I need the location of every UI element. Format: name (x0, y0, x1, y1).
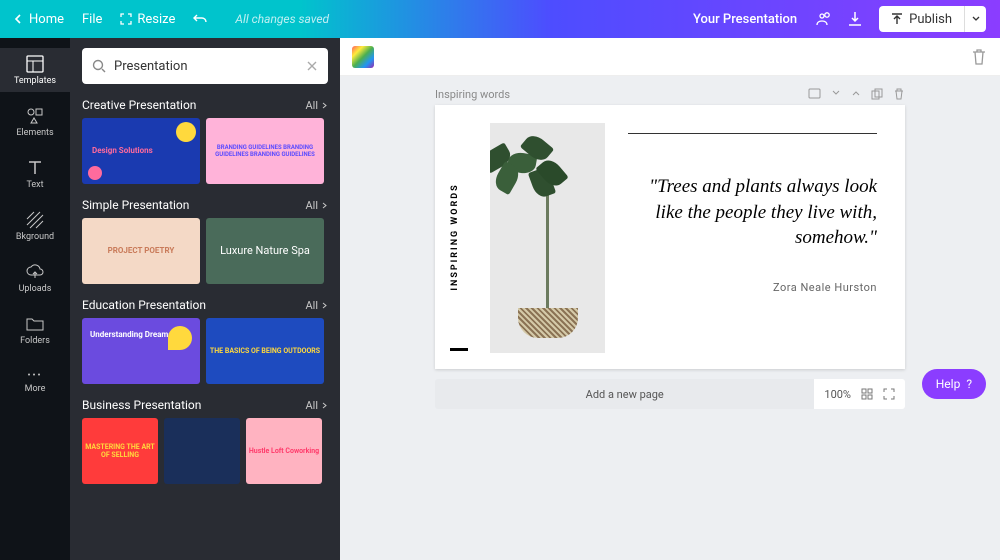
section-title: Simple Presentation (82, 198, 189, 212)
see-all[interactable]: All (305, 199, 328, 212)
document-title[interactable]: Your Presentation (693, 12, 797, 27)
rail-elements[interactable]: Elements (0, 100, 70, 144)
see-all[interactable]: All (305, 399, 328, 412)
canvas-toolbar (340, 38, 1000, 76)
file-menu[interactable]: File (82, 12, 102, 27)
chevron-up-icon[interactable] (851, 88, 861, 98)
chevron-down-icon[interactable] (831, 88, 841, 98)
undo-icon (193, 12, 207, 26)
delete-icon[interactable] (893, 88, 905, 100)
zoom-level[interactable]: 100% (824, 388, 851, 401)
section-title: Education Presentation (82, 298, 206, 312)
rotated-label: INSPIRING WORDS (450, 183, 460, 290)
undo-button[interactable] (193, 12, 207, 26)
search-box[interactable] (82, 48, 328, 84)
template-thumb[interactable]: THE BASICS OF BEING OUTDOORS (206, 318, 324, 384)
plant-image (490, 123, 605, 353)
template-thumb[interactable]: Luxure Nature Spa (206, 218, 324, 284)
template-thumb[interactable]: PROJECT POETRY (82, 218, 200, 284)
text-icon (26, 159, 44, 177)
chevron-right-icon (321, 402, 328, 409)
publish-icon (891, 13, 903, 25)
template-thumb[interactable]: Understanding Dreams (82, 318, 200, 384)
grid-icon[interactable] (861, 388, 873, 400)
rail-folders[interactable]: Folders (0, 308, 70, 352)
rail-templates[interactable]: Templates (0, 48, 70, 92)
share-icon[interactable] (813, 10, 831, 28)
quote-author: Zora Neale Hurston (628, 281, 877, 294)
notes-icon[interactable] (808, 88, 821, 101)
section-simple: Simple Presentation All PROJECT POETRY Lu… (82, 198, 328, 284)
section-title: Business Presentation (82, 398, 201, 412)
duplicate-icon[interactable] (871, 88, 883, 100)
help-icon: ? (966, 377, 972, 391)
home-label: Home (29, 12, 64, 27)
template-thumb[interactable]: Hustle Loft Coworking (246, 418, 322, 484)
chevron-right-icon (321, 202, 328, 209)
resize-icon (120, 13, 132, 25)
section-creative: Creative Presentation All Design Solution… (82, 98, 328, 184)
templates-panel: Creative Presentation All Design Solution… (70, 38, 340, 560)
fullscreen-icon[interactable] (883, 388, 895, 400)
accent-bar (450, 348, 468, 351)
quote-text: "Trees and plants always look like the p… (628, 174, 877, 251)
clear-icon[interactable] (306, 60, 318, 72)
templates-icon (26, 55, 44, 73)
chevron-right-icon (321, 102, 328, 109)
help-button[interactable]: Help ? (922, 369, 986, 399)
template-thumb[interactable] (164, 418, 240, 484)
publish-dropdown[interactable] (964, 6, 986, 32)
section-title: Creative Presentation (82, 98, 196, 112)
home-button[interactable]: Home (14, 12, 64, 27)
canvas-area: Inspiring words INSPIRING WORDS (340, 38, 1000, 560)
search-icon (92, 59, 106, 73)
slide-header: Inspiring words (435, 88, 905, 101)
chevron-down-icon (972, 15, 980, 23)
color-palette-button[interactable] (352, 46, 374, 68)
elements-icon (26, 107, 44, 125)
section-business: Business Presentation All MASTERING THE A… (82, 398, 328, 484)
slide-title[interactable]: Inspiring words (435, 88, 510, 101)
rail-more[interactable]: ••• More (0, 360, 70, 404)
rail-background[interactable]: Bkground (0, 204, 70, 248)
publish-label: Publish (909, 12, 952, 27)
template-thumb[interactable]: Design Solutions (82, 118, 200, 184)
add-page-button[interactable]: Add a new page (435, 379, 814, 409)
publish-button[interactable]: Publish (879, 6, 986, 32)
resize-label: Resize (137, 12, 175, 27)
resize-button[interactable]: Resize (120, 12, 175, 27)
rail-text[interactable]: Text (0, 152, 70, 196)
save-status: All changes saved (235, 12, 329, 26)
uploads-icon (26, 263, 44, 281)
slide-canvas[interactable]: INSPIRING WORDS (435, 105, 905, 369)
search-input[interactable] (114, 59, 298, 74)
see-all[interactable]: All (305, 299, 328, 312)
see-all[interactable]: All (305, 99, 328, 112)
top-toolbar: Home File Resize All changes saved Your … (0, 0, 1000, 38)
download-icon[interactable] (847, 11, 863, 27)
chevron-left-icon (14, 14, 24, 24)
template-thumb[interactable]: BRANDING GUIDELINES BRANDING GUIDELINES … (206, 118, 324, 184)
zoom-controls: 100% (814, 379, 905, 409)
section-education: Education Presentation All Understanding … (82, 298, 328, 384)
rail-uploads[interactable]: Uploads (0, 256, 70, 300)
folders-icon (26, 315, 44, 333)
template-thumb[interactable]: MASTERING THE ART OF SELLING (82, 418, 158, 484)
background-icon (26, 211, 44, 229)
left-rail: Templates Elements Text Bkground Uploads… (0, 38, 70, 560)
trash-icon[interactable] (970, 48, 988, 66)
divider (628, 133, 877, 134)
chevron-right-icon (321, 302, 328, 309)
more-icon: ••• (27, 371, 42, 381)
